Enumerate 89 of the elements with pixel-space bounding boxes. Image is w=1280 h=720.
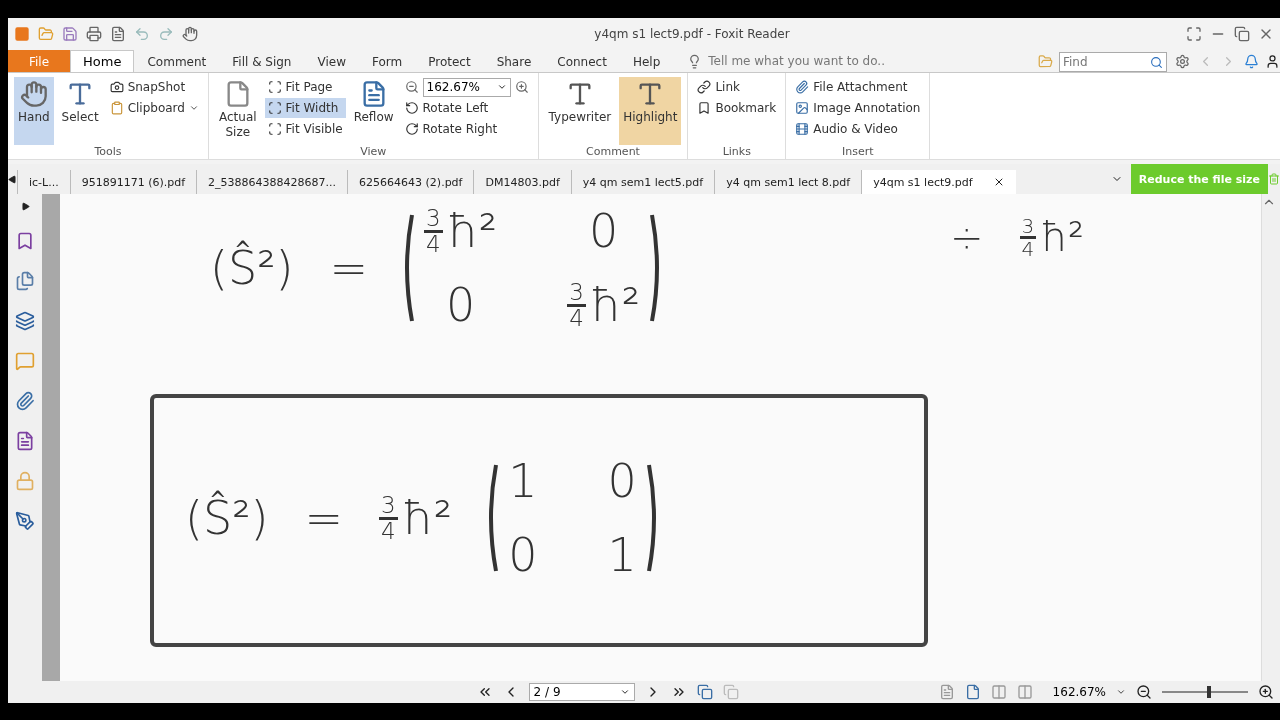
typewriter-button[interactable]: Typewriter — [544, 77, 616, 145]
matrix-entry: 1 — [607, 528, 637, 582]
fit-icon — [267, 122, 282, 136]
document-icon[interactable] — [110, 26, 126, 42]
rotate-left-button[interactable]: Rotate Left — [401, 98, 532, 118]
search-icon — [1150, 55, 1163, 69]
rotate-right-icon — [404, 122, 419, 136]
group-label: Insert — [841, 145, 875, 159]
bookmark-icon[interactable] — [15, 231, 35, 251]
link-icon — [697, 80, 712, 94]
slider-thumb[interactable] — [1207, 686, 1212, 698]
hand-tool-icon[interactable] — [182, 26, 198, 42]
image-icon — [795, 101, 810, 115]
menu-tab[interactable]: Protect — [415, 50, 484, 72]
menu-tab[interactable]: Home — [70, 50, 135, 72]
restore-icon[interactable] — [1234, 26, 1250, 42]
zoom-level-text: 162.67% — [1052, 685, 1106, 699]
matrix-entry: 0 — [607, 454, 637, 508]
zoom-field[interactable]: 162.67% — [422, 77, 511, 97]
fit-icon — [267, 101, 282, 115]
expand-panel-icon[interactable] — [20, 202, 30, 211]
bookmark-button[interactable]: Bookmark — [694, 98, 780, 118]
highlight-button[interactable]: Highlight — [619, 77, 682, 145]
fit-button[interactable]: Fit Page — [264, 77, 346, 97]
clipboard-icon — [109, 101, 124, 115]
reflow-button[interactable]: Reflow — [349, 77, 398, 145]
zoom-in-icon[interactable] — [1258, 684, 1274, 700]
previous-view-icon[interactable] — [696, 684, 713, 700]
matrix-entry: 0 — [508, 528, 538, 582]
document-tab[interactable]: y4qm s1 lect9.pdf — [861, 170, 1016, 194]
app-logo-icon — [14, 26, 30, 42]
group-label: Links — [721, 145, 752, 159]
save-icon[interactable] — [62, 26, 78, 42]
menu-tab[interactable]: Help — [619, 50, 674, 72]
math-expression: (Ŝ²) — [185, 491, 269, 545]
pages-icon[interactable] — [15, 271, 35, 291]
group-label: View — [359, 145, 388, 159]
insert-button[interactable]: File Attachment — [792, 77, 924, 97]
group-label: Comment — [585, 145, 641, 159]
zoom-menu-icon[interactable] — [1116, 687, 1126, 697]
caret-icon — [188, 103, 199, 113]
snapshot-button[interactable]: SnapShot — [106, 77, 202, 97]
window-title: y4qm s1 lect9.pdf - Foxit Reader — [593, 27, 791, 41]
paperclip-icon — [795, 80, 810, 94]
math-expression: ÷ — [950, 214, 984, 260]
continuous-icon[interactable] — [964, 684, 981, 700]
actual-size-button[interactable]: Actual Size — [214, 77, 261, 145]
caret-icon — [619, 687, 630, 697]
menu-tab[interactable]: Form — [358, 50, 416, 72]
single-page-icon[interactable] — [938, 684, 955, 700]
menu-tab[interactable]: View — [304, 50, 359, 72]
tell-me-field[interactable]: Tell me what you want to do.. — [708, 54, 885, 68]
group-label: Tools — [93, 145, 123, 159]
zoom-out-icon[interactable] — [1136, 684, 1152, 700]
fullscreen-icon[interactable] — [1186, 26, 1202, 42]
matrix-entry: 1 — [508, 454, 538, 508]
menu-tab[interactable]: Connect — [544, 50, 620, 72]
fit-button[interactable]: Fit Visible — [264, 119, 346, 139]
page-number-field[interactable]: 2 / 9 — [528, 683, 635, 701]
pen-icon[interactable] — [15, 511, 35, 531]
menu-tab[interactable]: Fill & Sign — [219, 50, 305, 72]
layers-icon[interactable] — [15, 311, 35, 331]
rotate-right-button[interactable]: Rotate Right — [401, 119, 532, 139]
hand-icon — [19, 80, 48, 108]
math-expression: = — [329, 241, 369, 295]
math-expression: = — [304, 491, 344, 545]
film-icon — [795, 122, 810, 136]
fit-button[interactable]: Fit Width — [264, 98, 346, 118]
matrix-entry: 0 — [589, 204, 619, 258]
rotate-left-icon — [404, 101, 419, 115]
attachment-icon[interactable] — [15, 391, 35, 411]
scroll-left-icon[interactable] — [8, 174, 17, 184]
menu-tab[interactable]: Comment — [134, 50, 220, 72]
find-field[interactable]: Find — [1059, 52, 1167, 72]
fit-icon — [267, 80, 282, 94]
menu-tab[interactable]: Share — [483, 50, 545, 72]
hand-button[interactable]: Hand — [14, 77, 54, 145]
insert-button[interactable]: Image Annotation — [792, 98, 924, 118]
math-expression: (Ŝ²) — [210, 241, 294, 295]
print-icon[interactable] — [86, 26, 102, 42]
select-button[interactable]: Select — [57, 77, 103, 145]
bookmark-icon — [697, 101, 712, 115]
camera-icon — [109, 80, 124, 94]
signature-icon[interactable] — [15, 431, 35, 451]
insert-button[interactable]: Audio & Video — [792, 119, 924, 139]
link-button[interactable]: Link — [694, 77, 780, 97]
matrix-entry: 0 — [445, 278, 476, 332]
caret-icon — [496, 82, 507, 92]
clipboard-button[interactable]: Clipboard — [106, 98, 202, 118]
